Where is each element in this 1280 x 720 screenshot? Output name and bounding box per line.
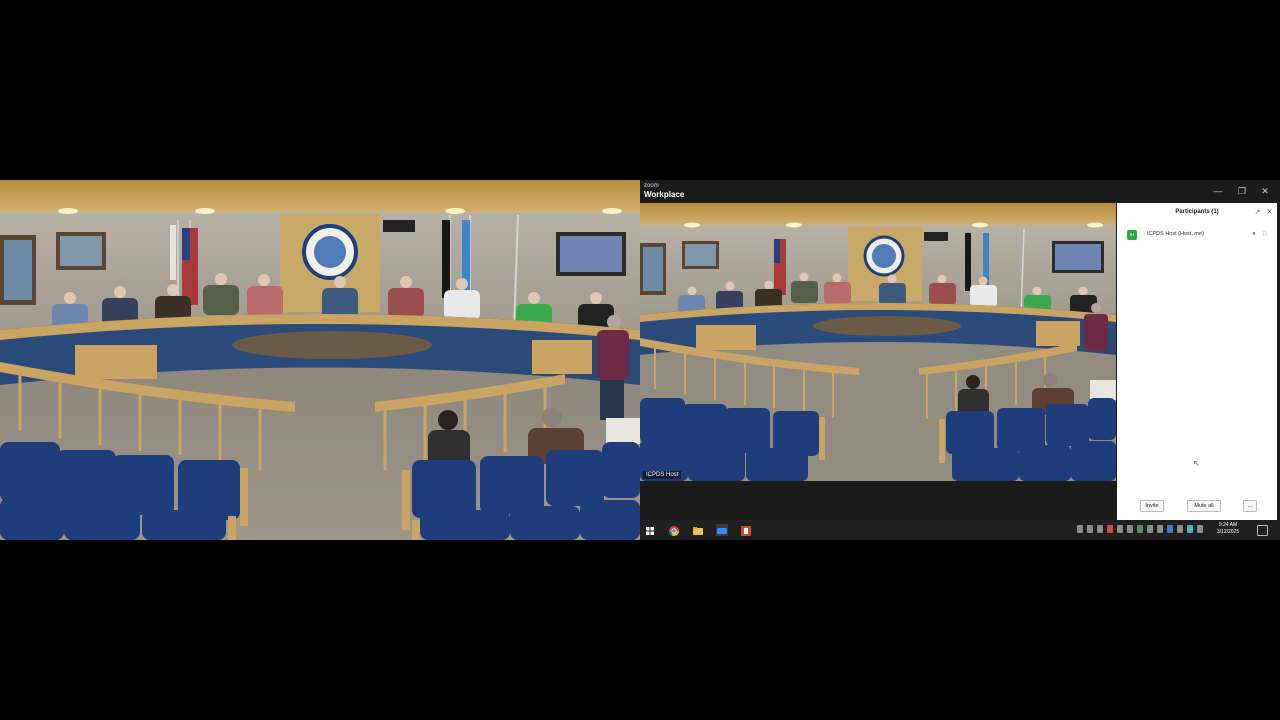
zoom-brand-workplace: Workplace	[644, 190, 685, 199]
zoom-brand-small: zoom	[644, 183, 659, 189]
mouse-cursor-icon: ↖	[1193, 459, 1200, 468]
avatar: IH	[1127, 230, 1137, 240]
close-icon[interactable]: ✕	[1265, 208, 1274, 217]
tray-icon[interactable]	[1087, 525, 1093, 533]
close-icon[interactable]: ✕	[1259, 185, 1271, 197]
participants-title: Participants (1)	[1175, 209, 1219, 215]
tray-icon[interactable]	[1187, 525, 1193, 533]
tray-icon[interactable]	[1127, 525, 1133, 533]
notification-icon[interactable]	[1257, 525, 1268, 536]
participant-name: ICPDS Host (Host, me)	[1147, 231, 1204, 237]
video-participant-label: ICPDS Host	[643, 471, 682, 479]
more-options-button[interactable]: ...	[1243, 500, 1257, 512]
council-chamber-scene	[0, 180, 640, 540]
tray-icon[interactable]	[1097, 525, 1103, 533]
zoom-window: zoom Workplace — ❐ ✕ ICPDS Host Particip…	[640, 180, 1280, 540]
zoom-titlebar: zoom Workplace — ❐ ✕	[640, 180, 1280, 202]
participants-panel: Participants (1) ↗ ✕ IH ICPDS Host (Host…	[1117, 203, 1277, 520]
tray-icon[interactable]	[1167, 525, 1173, 533]
participant-row[interactable]: IH ICPDS Host (Host, me) ● □	[1123, 229, 1273, 241]
powerpoint-icon[interactable]	[740, 524, 752, 536]
clock-time: 9:24 AM	[1218, 522, 1238, 528]
system-clock[interactable]: 9:24 AM 3/12/2025	[1210, 522, 1246, 536]
tray-icon[interactable]	[1157, 525, 1163, 533]
minimize-icon[interactable]: —	[1212, 185, 1224, 197]
wifi-icon[interactable]	[1197, 525, 1203, 533]
tray-icon[interactable]	[1147, 525, 1153, 533]
tray-icon[interactable]	[1107, 525, 1113, 533]
tray-icon[interactable]	[1137, 525, 1143, 533]
mute-all-button[interactable]: Mute all	[1187, 500, 1221, 512]
tray-icon[interactable]	[1077, 525, 1083, 533]
restore-icon[interactable]: ❐	[1236, 185, 1248, 197]
invite-button[interactable]: Invite	[1140, 500, 1164, 512]
tray-icon[interactable]	[1177, 525, 1183, 533]
left-camera-feed	[0, 180, 640, 540]
file-explorer-icon[interactable]	[692, 524, 704, 536]
popout-icon[interactable]: ↗	[1253, 208, 1262, 217]
windows-start-icon[interactable]	[644, 524, 656, 536]
clock-date: 3/12/2025	[1216, 529, 1240, 535]
microphone-icon[interactable]: ●	[1252, 231, 1258, 238]
zoom-video-feed: ICPDS Host	[640, 203, 1116, 481]
tray-icon[interactable]	[1117, 525, 1123, 533]
council-chamber-scene-small	[640, 203, 1116, 481]
zoom-app-icon[interactable]	[716, 524, 728, 536]
zoom-meeting-controls-strip	[640, 481, 1116, 520]
camera-icon[interactable]: □	[1263, 231, 1271, 238]
windows-taskbar: 9:24 AM 3/12/2025	[640, 520, 1280, 540]
chrome-icon[interactable]	[668, 524, 680, 536]
